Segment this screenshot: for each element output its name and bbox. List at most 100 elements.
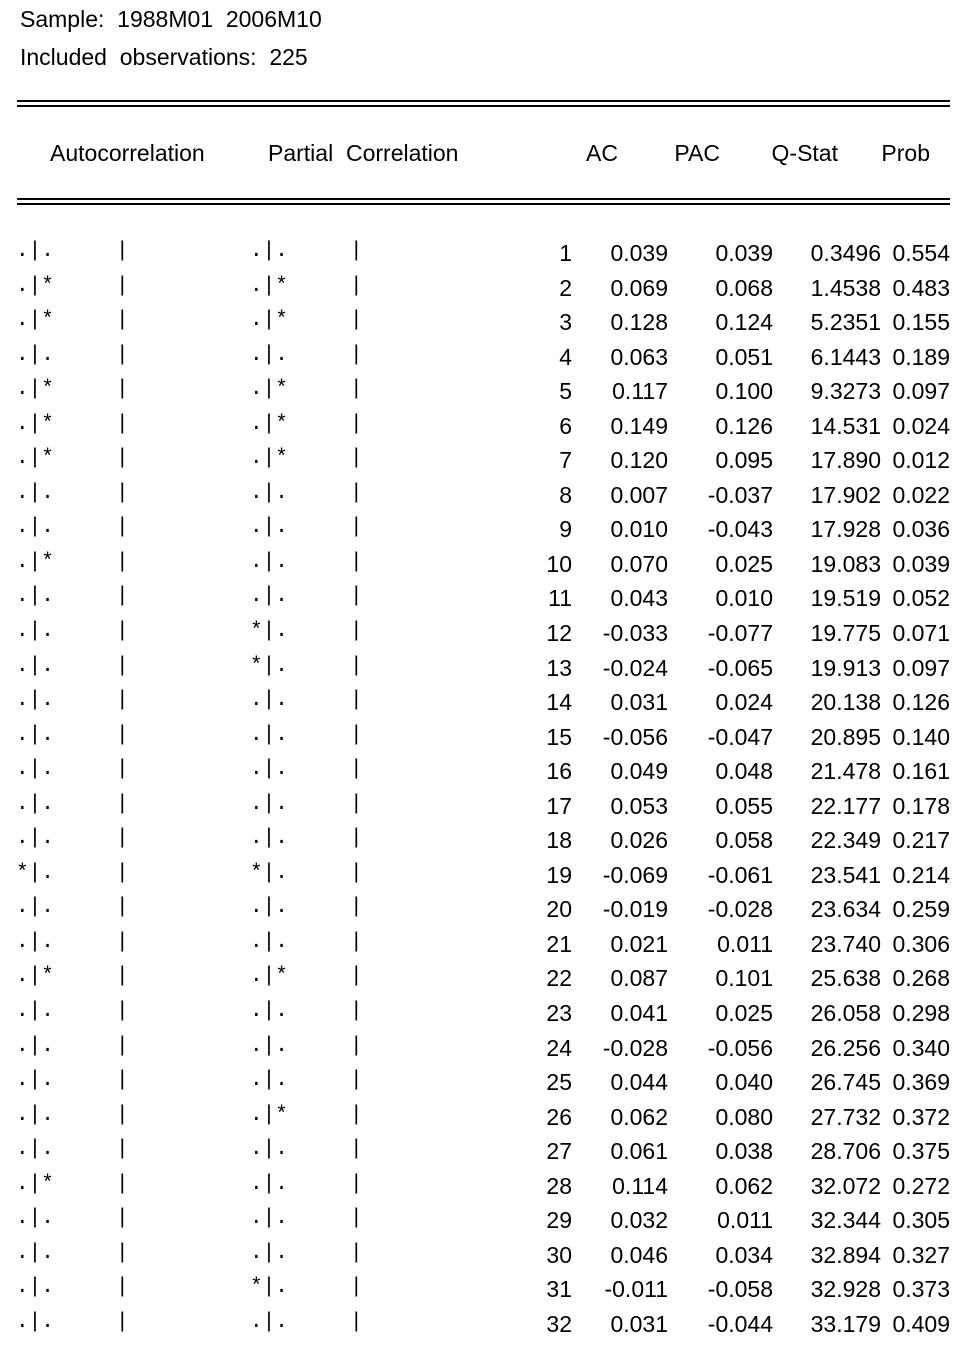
- ac-sparkline-right-bound: |: [116, 930, 129, 954]
- ac-sparkline: .|. |: [16, 930, 129, 954]
- ac-sparkline-right-bound: |: [116, 827, 129, 851]
- cell-ac: 0.149: [610, 412, 668, 439]
- cell-pac: -0.077: [707, 620, 773, 647]
- cell-lag: 3: [559, 309, 572, 336]
- cell-ac: 0.031: [610, 1310, 668, 1337]
- cell-pac: -0.047: [707, 723, 773, 750]
- ac-sparkline-right-bound: |: [116, 1000, 129, 1024]
- cell-pac: -0.044: [707, 1310, 773, 1337]
- cell-prob: 0.217: [892, 827, 950, 854]
- ac-sparkline-right-bound: |: [116, 1103, 129, 1127]
- ac-sparkline: .|. |: [16, 517, 129, 539]
- pac-sparkline-right-bound: |: [350, 1000, 363, 1024]
- cell-lag: 32: [546, 1310, 572, 1337]
- cell-lag: 16: [546, 758, 572, 785]
- pac-sparkline-right-bound: |: [350, 861, 363, 885]
- pac-sparkline-pattern: .|*: [250, 447, 288, 471]
- cell-ac: 0.041: [610, 1000, 668, 1027]
- pac-sparkline-pattern: .|.: [250, 516, 288, 540]
- pac-sparkline-pattern: .|.: [250, 585, 288, 609]
- cell-lag: 17: [546, 792, 572, 819]
- cell-pac: 0.010: [715, 585, 773, 612]
- cell-prob: 0.161: [892, 758, 950, 785]
- ac-sparkline-right-bound: |: [116, 481, 129, 505]
- cell-lag: 8: [559, 481, 572, 508]
- ac-sparkline-right-bound: |: [116, 654, 129, 678]
- pac-sparkline: .|. |: [250, 1070, 363, 1092]
- cell-pac: 0.038: [715, 1138, 773, 1165]
- ac-sparkline: .|. |: [16, 344, 129, 367]
- ac-sparkline-right-bound: |: [116, 585, 129, 609]
- pac-sparkline-pattern: .|.: [250, 758, 288, 782]
- ac-sparkline-pattern: .|*: [16, 309, 54, 333]
- cell-ac: -0.033: [602, 620, 668, 647]
- cell-pac: 0.011: [717, 1207, 773, 1234]
- pac-sparkline-right-bound: |: [350, 965, 363, 989]
- cell-ac: 0.062: [610, 1103, 668, 1130]
- pac-sparkline-right-bound: |: [350, 274, 363, 298]
- table-row: .|* | .|* | 6 0.149 0.126 14.531 0.024: [0, 412, 955, 449]
- cell-prob: 0.268: [892, 965, 950, 992]
- cell-prob: 0.036: [892, 516, 950, 543]
- table-row: .|. | .|. | 27 0.061 0.038 28.706 0.375: [0, 1139, 955, 1174]
- cell-lag: 28: [546, 1172, 572, 1199]
- cell-ac: 0.039: [610, 240, 668, 266]
- cell-prob: 0.097: [892, 654, 950, 681]
- pac-sparkline-pattern: .|.: [250, 481, 288, 505]
- ac-sparkline: .|* |: [16, 550, 129, 574]
- ac-sparkline-pattern: .|.: [16, 481, 54, 505]
- cell-lag: 2: [559, 274, 572, 301]
- cell-pac: 0.039: [715, 240, 773, 266]
- cell-qstat: 28.706: [810, 1138, 881, 1165]
- cell-pac: 0.126: [715, 412, 773, 439]
- cell-pac: 0.011: [717, 930, 773, 957]
- ac-sparkline: .|. |: [16, 1242, 129, 1265]
- ac-sparkline: .|. |: [16, 481, 129, 505]
- table-header-divider: [17, 198, 950, 205]
- table-row: .|. | .|. | 16 0.049 0.048 21.478 0.161: [0, 759, 955, 794]
- cell-qstat: 23.541: [810, 861, 881, 888]
- ac-sparkline-right-bound: |: [116, 689, 129, 713]
- cell-ac: 0.026: [610, 827, 668, 854]
- cell-lag: 11: [548, 585, 572, 612]
- pac-sparkline-right-bound: |: [350, 1310, 363, 1334]
- ac-sparkline-pattern: .|*: [16, 550, 54, 574]
- table-row: .|. | .|. | 15 -0.056 -0.047 20.895 0.140: [0, 723, 955, 760]
- ac-sparkline-right-bound: |: [116, 1069, 129, 1093]
- cell-ac: 0.063: [610, 343, 668, 370]
- ac-sparkline-pattern: .|.: [16, 723, 54, 747]
- ac-sparkline-right-bound: |: [116, 792, 129, 816]
- pac-sparkline: .|. |: [250, 481, 363, 505]
- pac-sparkline-right-bound: |: [350, 378, 363, 402]
- cell-qstat: 21.478: [810, 758, 881, 785]
- cell-ac: 0.120: [610, 447, 668, 474]
- cell-prob: 0.155: [892, 309, 950, 336]
- ac-sparkline: .|. |: [16, 241, 129, 263]
- table-top-divider: [17, 100, 950, 107]
- pac-sparkline-right-bound: |: [350, 1138, 363, 1162]
- ac-sparkline: .|* |: [16, 310, 129, 332]
- cell-prob: 0.259: [892, 896, 950, 923]
- cell-ac: -0.056: [602, 723, 668, 750]
- pac-sparkline-right-bound: |: [350, 240, 363, 263]
- pac-sparkline: .|. |: [250, 517, 363, 539]
- ac-sparkline: .|* |: [16, 966, 129, 988]
- cell-prob: 0.375: [892, 1138, 950, 1165]
- ac-sparkline: .|. |: [16, 621, 129, 643]
- cell-ac: 0.007: [610, 481, 668, 508]
- ac-sparkline-right-bound: |: [116, 274, 129, 298]
- cell-qstat: 27.732: [810, 1103, 881, 1130]
- pac-sparkline-pattern: .|.: [250, 689, 288, 713]
- ac-sparkline-right-bound: |: [116, 1310, 129, 1334]
- ac-sparkline-pattern: .|.: [16, 689, 54, 713]
- cell-ac: 0.044: [610, 1069, 668, 1096]
- ac-sparkline: .|. |: [16, 690, 129, 712]
- ac-sparkline-right-bound: |: [116, 620, 129, 644]
- pac-sparkline: .|. |: [250, 759, 363, 781]
- cell-lag: 20: [546, 896, 572, 923]
- cell-lag: 15: [546, 723, 572, 750]
- cell-ac: 0.053: [610, 792, 668, 819]
- correlogram-output: Sample: 1988M01 2006M10 Included observa…: [0, 0, 955, 1369]
- table-row: .|. | .|. | 4 0.063 0.051 6.1443 0.189: [0, 343, 955, 380]
- ac-sparkline-right-bound: |: [116, 965, 129, 989]
